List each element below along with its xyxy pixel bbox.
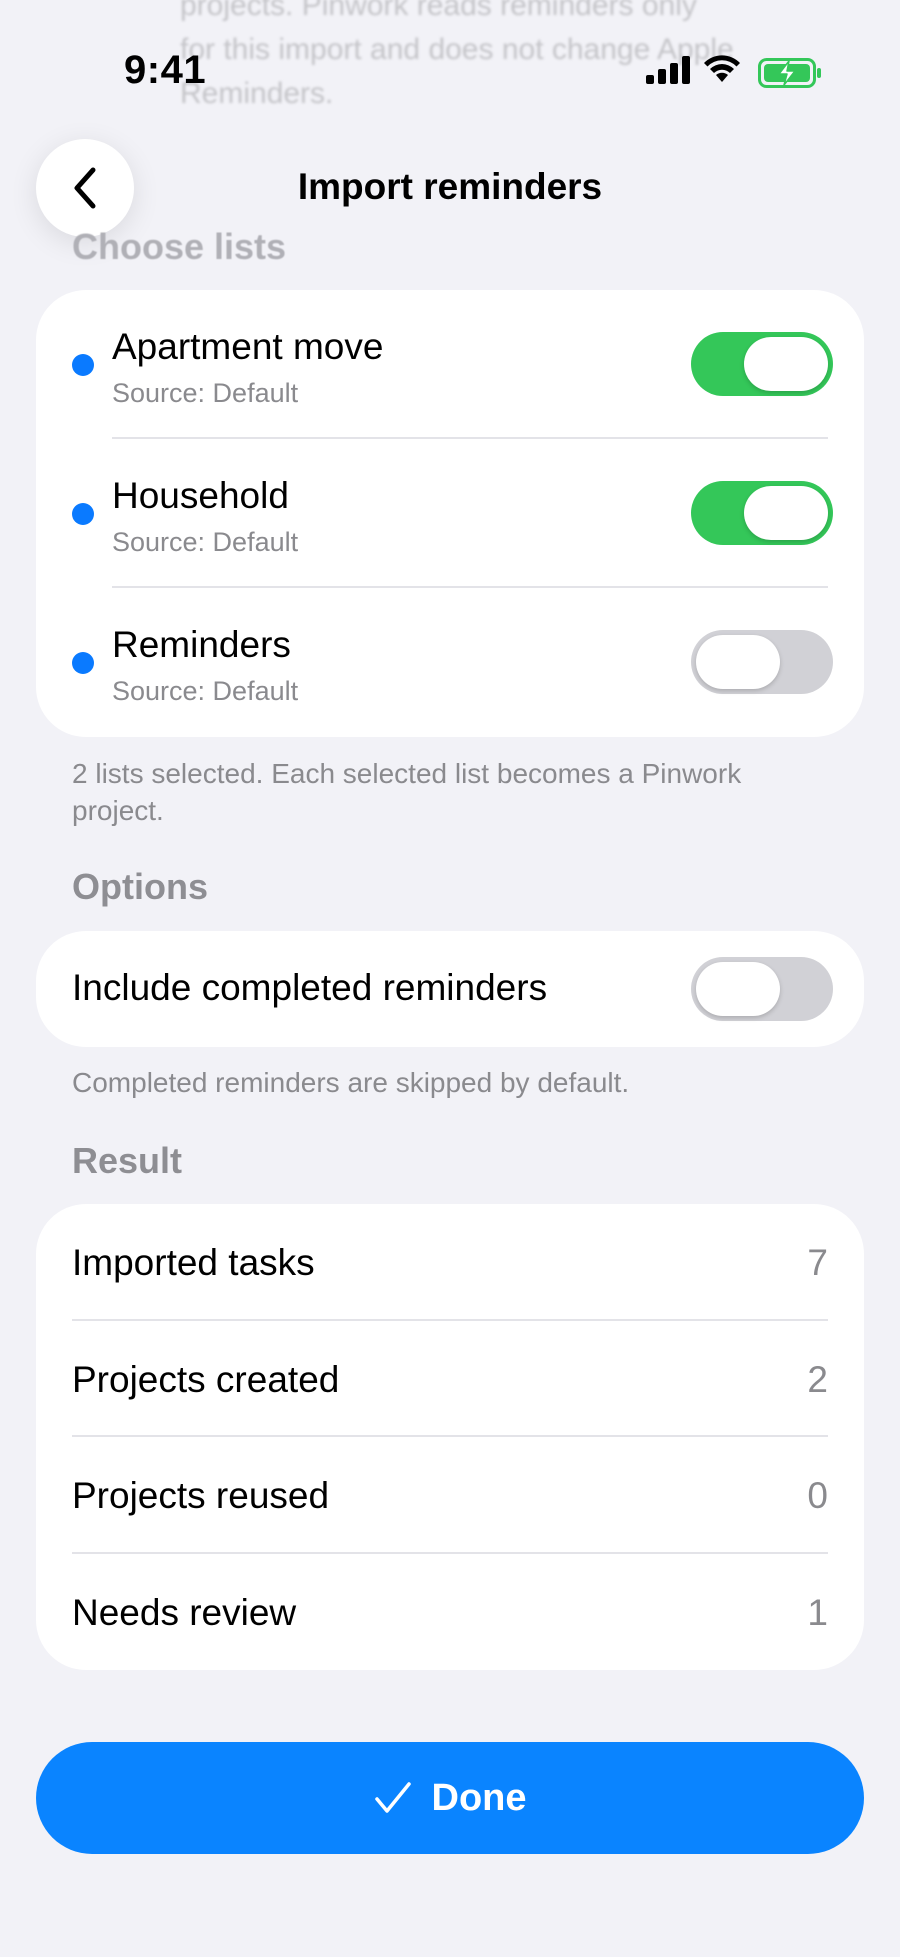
list-item[interactable]: Apartment move Source: Default — [36, 290, 864, 439]
toggle-knob — [696, 962, 780, 1016]
done-button[interactable]: Done — [36, 1742, 864, 1854]
list-color-dot — [72, 652, 94, 674]
list-name: Apartment move — [112, 326, 384, 367]
include-completed-row[interactable]: Include completed reminders — [36, 931, 864, 1047]
list-name: Reminders — [112, 624, 291, 665]
toggle-knob — [696, 635, 780, 689]
result-value: 0 — [807, 1475, 828, 1516]
result-row-imported-tasks: Imported tasks 7 — [36, 1204, 864, 1321]
result-value: 1 — [807, 1591, 828, 1633]
toggle-knob — [744, 486, 828, 540]
list-source: Source: Default — [112, 527, 299, 557]
lists-footnote: 2 lists selected. Each selected list bec… — [72, 758, 742, 826]
lists-card: Apartment move Source: Default Household… — [36, 290, 864, 737]
section-header-result: Result — [72, 1140, 183, 1181]
list-source: Source: Default — [112, 378, 299, 408]
page-title: Import reminders — [297, 166, 603, 207]
result-label: Needs review — [72, 1591, 297, 1633]
section-header-options: Options — [72, 866, 208, 907]
status-time: 9:41 — [124, 48, 207, 92]
result-value: 2 — [807, 1358, 828, 1400]
result-row-projects-created: Projects created 2 — [36, 1321, 864, 1437]
result-label: Projects reused — [72, 1475, 330, 1516]
options-footnote: Completed reminders are skipped by defau… — [72, 1067, 630, 1098]
status-bar: 9:41 — [0, 0, 900, 130]
cellular-signal-icon — [646, 56, 690, 84]
list-color-dot — [72, 354, 94, 376]
toggle-apartment-move[interactable] — [691, 332, 833, 396]
list-item[interactable]: Reminders Source: Default — [36, 588, 864, 737]
wifi-icon — [704, 55, 740, 82]
include-completed-label: Include completed reminders — [72, 967, 548, 1008]
result-card: Imported tasks 7 Projects created 2 Proj… — [36, 1204, 864, 1670]
options-card: Include completed reminders — [36, 931, 864, 1047]
list-color-dot — [72, 503, 94, 525]
result-row-needs-review: Needs review 1 — [36, 1554, 864, 1671]
list-source: Source: Default — [112, 676, 299, 706]
result-label: Projects created — [72, 1358, 340, 1400]
checkmark-icon — [374, 1782, 411, 1813]
result-row-projects-reused: Projects reused 0 — [36, 1437, 864, 1554]
toggle-reminders[interactable] — [691, 630, 833, 694]
list-name: Household — [112, 475, 289, 516]
include-completed-toggle[interactable] — [691, 957, 833, 1021]
result-value: 7 — [807, 1242, 828, 1283]
toggle-household[interactable] — [691, 481, 833, 545]
result-label: Imported tasks — [72, 1242, 315, 1283]
done-button-label: Done — [431, 1776, 527, 1819]
battery-charging-icon — [758, 58, 821, 88]
section-header-choose-lists: Choose lists — [72, 226, 287, 267]
list-item[interactable]: Household Source: Default — [36, 439, 864, 588]
import-reminders-screen: projects. Pinwork reads reminders only f… — [0, 0, 900, 1957]
toggle-knob — [744, 337, 828, 391]
